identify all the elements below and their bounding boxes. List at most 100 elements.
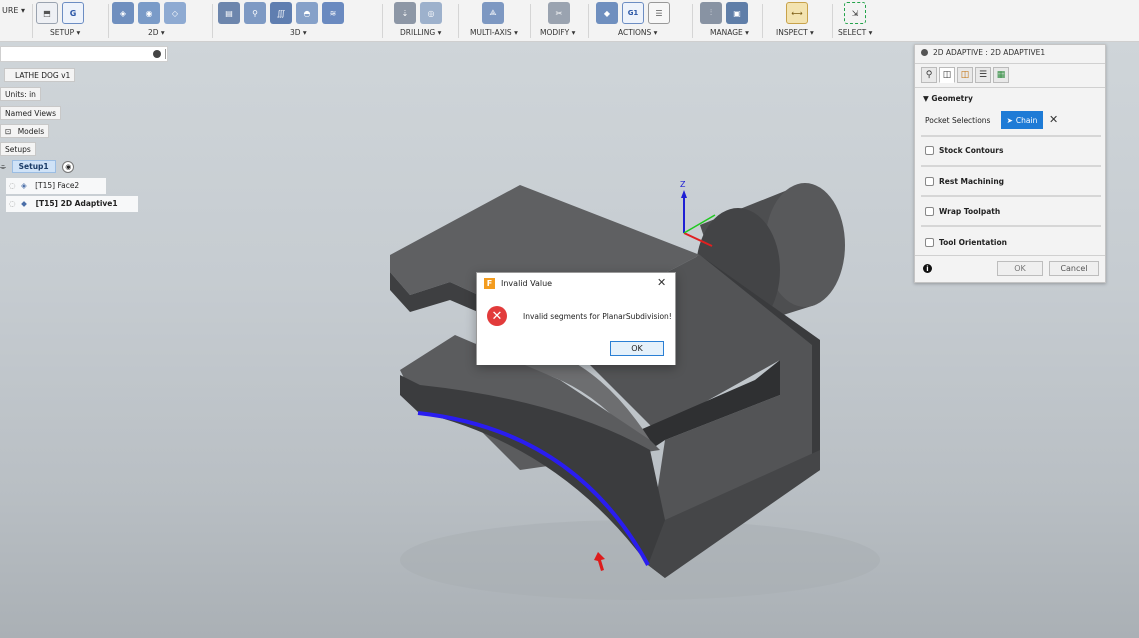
setup-sheet-icon[interactable]: ☰: [648, 2, 670, 24]
dialog-ok-label: OK: [631, 344, 643, 353]
error-icon: ✕: [487, 306, 507, 326]
operation-face2-row[interactable]: ◌ ◈ [T15] Face2: [6, 178, 106, 194]
select-box-icon[interactable]: ⇲: [844, 2, 866, 24]
units-node[interactable]: Units: in: [0, 87, 41, 101]
setup-menu[interactable]: SETUP ▾: [50, 28, 80, 37]
linking-tab-icon[interactable]: ▦: [993, 67, 1009, 83]
tool-orientation-label: Tool Orientation: [939, 238, 1007, 247]
simulate-icon[interactable]: ◆: [596, 2, 618, 24]
workspace-label[interactable]: URE ▾: [2, 6, 25, 15]
scissors-icon[interactable]: ✂: [548, 2, 570, 24]
setup-group[interactable]: ⬒ G SETUP ▾: [36, 0, 108, 42]
tool-orientation-checkbox[interactable]: [925, 238, 934, 247]
chain-button-label: Chain: [1015, 115, 1038, 125]
error-dialog: F Invalid Value ✕ ✕ Invalid segments for…: [476, 272, 676, 365]
drill-icon[interactable]: ⇣: [394, 2, 416, 24]
nc-program-icon[interactable]: G: [62, 2, 84, 24]
new-setup-icon[interactable]: ⬒: [36, 2, 58, 24]
dialog-body: ✕ Invalid segments for PlanarSubdivision…: [477, 295, 675, 365]
manage-menu[interactable]: MANAGE ▾: [710, 28, 749, 37]
drilling-group[interactable]: ⇣ ◎ DRILLING ▾: [392, 0, 454, 42]
setups-node[interactable]: Setups: [0, 142, 36, 156]
post-process-icon[interactable]: G1: [622, 2, 644, 24]
visibility-eye-icon[interactable]: ◌: [9, 199, 16, 208]
3d-adaptive-icon[interactable]: ▤: [218, 2, 240, 24]
multiaxis-icon[interactable]: ⟁: [482, 2, 504, 24]
measure-icon[interactable]: ⟷: [786, 2, 808, 24]
multiaxis-menu[interactable]: MULTI-AXIS ▾: [470, 28, 518, 37]
machine-library-icon[interactable]: ▣: [726, 2, 748, 24]
modify-group[interactable]: ✂ MODIFY ▾: [536, 0, 586, 42]
setups-text: Setups: [5, 145, 31, 154]
2d-pocket-icon[interactable]: ◉: [138, 2, 160, 24]
contour-icon[interactable]: ≋: [322, 2, 344, 24]
wrap-toolpath-label: Wrap Toolpath: [939, 207, 1001, 216]
actions-group[interactable]: ◆ G1 ☰ ACTIONS ▾: [594, 0, 690, 42]
browser-pin-icon[interactable]: [153, 50, 161, 58]
manage-group[interactable]: ⫶ ▣ MANAGE ▾: [698, 0, 760, 42]
named-views-text: Named Views: [5, 109, 56, 118]
2d-adaptive-icon[interactable]: ◈: [112, 2, 134, 24]
setup1-label[interactable]: Setup1: [11, 160, 56, 173]
folder-icon: ⊡: [5, 127, 12, 136]
dialog-ok-button[interactable]: OK: [610, 341, 664, 356]
geometry-section-header[interactable]: ▼ Geometry: [923, 94, 973, 103]
browser-resize-handle[interactable]: [165, 49, 166, 59]
rest-machining-checkbox[interactable]: [925, 177, 934, 186]
parallel-icon[interactable]: ∭: [270, 2, 292, 24]
divider: [921, 165, 1101, 167]
3d-pocket-icon[interactable]: ⚲: [244, 2, 266, 24]
pocket-selections-label: Pocket Selections: [925, 116, 991, 125]
scallop-icon[interactable]: ◓: [296, 2, 318, 24]
panel-cancel-label: Cancel: [1060, 264, 1088, 273]
panel-ok-button[interactable]: OK: [997, 261, 1043, 276]
setup1-node[interactable]: ⌯ Setup1 ◉: [0, 159, 78, 175]
dialog-close-icon[interactable]: ✕: [657, 276, 666, 289]
wrap-toolpath-checkbox[interactable]: [925, 207, 934, 216]
select-group[interactable]: ⇲ SELECT ▾: [836, 0, 886, 42]
setup-expand-icon[interactable]: ⌯: [0, 162, 6, 171]
face-icon[interactable]: ◇: [164, 2, 186, 24]
info-icon[interactable]: i: [923, 264, 932, 273]
operation-face2-label: [T15] Face2: [35, 181, 80, 190]
document-name: LATHE DOG v1: [15, 71, 71, 80]
clear-selection-icon[interactable]: ✕: [1049, 113, 1058, 126]
multiaxis-group[interactable]: ⟁ MULTI-AXIS ▾: [464, 0, 528, 42]
drilling-menu[interactable]: DRILLING ▾: [400, 28, 441, 37]
units-text: Units: in: [5, 90, 36, 99]
passes-tab-icon[interactable]: ☰: [975, 67, 991, 83]
operation-adaptive-row[interactable]: ◌ ◆ [T15] 2D Adaptive1: [6, 196, 138, 212]
panel-cancel-button[interactable]: Cancel: [1049, 261, 1099, 276]
browser-document-node[interactable]: LATHE DOG v1: [4, 68, 76, 82]
heights-tab-icon[interactable]: ◫: [957, 67, 973, 83]
inspect-menu[interactable]: INSPECT ▾: [776, 28, 814, 37]
divider: [921, 135, 1101, 137]
visibility-eye-icon[interactable]: ◌: [9, 181, 16, 190]
setup-target-icon[interactable]: ◉: [62, 161, 75, 173]
models-node[interactable]: ⊡ Models: [0, 124, 50, 138]
2d-menu[interactable]: 2D ▾: [148, 28, 165, 37]
inspect-group[interactable]: ⟷ INSPECT ▾: [768, 0, 828, 42]
operation-adaptive-label: [T15] 2D Adaptive1: [35, 199, 118, 208]
3d-group[interactable]: ▤ ⚲ ∭ ◓ ≋ 3D ▾: [218, 0, 380, 42]
chain-selection-button[interactable]: ➤ Chain: [1001, 111, 1043, 129]
tool-library-icon[interactable]: ⫶: [700, 2, 722, 24]
triad-z-label: Z: [680, 180, 686, 189]
2d-group[interactable]: ◈ ◉ ◇ 2D ▾: [112, 0, 210, 42]
workspace-switcher[interactable]: URE ▾: [0, 0, 34, 42]
tool-tab-icon[interactable]: ⚲: [921, 67, 937, 83]
actions-menu[interactable]: ACTIONS ▾: [618, 28, 657, 37]
geometry-tab-icon[interactable]: ◫: [939, 67, 955, 83]
divider: [921, 195, 1101, 197]
stock-contours-checkbox[interactable]: [925, 146, 934, 155]
3d-menu[interactable]: 3D ▾: [290, 28, 307, 37]
select-menu[interactable]: SELECT ▾: [838, 28, 872, 37]
hole-recognition-icon[interactable]: ◎: [420, 2, 442, 24]
browser-search-bar[interactable]: [0, 46, 168, 62]
ribbon-toolbar: URE ▾ ⬒ G SETUP ▾ ◈ ◉ ◇ 2D ▾ ▤ ⚲ ∭ ◓ ≋ 3…: [0, 0, 1139, 42]
named-views-node[interactable]: Named Views: [0, 106, 61, 120]
modify-menu[interactable]: MODIFY ▾: [540, 28, 575, 37]
face-op-icon: ◈: [20, 181, 27, 190]
divider: [921, 225, 1101, 227]
models-text: Models: [17, 127, 45, 136]
